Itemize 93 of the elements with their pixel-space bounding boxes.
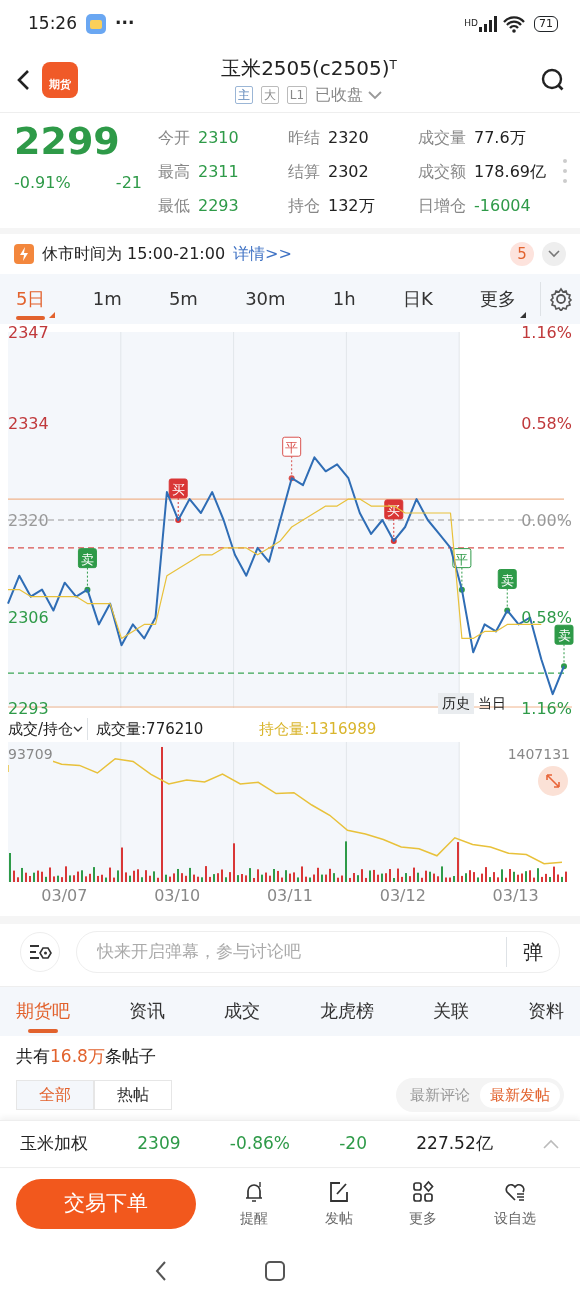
ticker-percent: -0.86% [229, 1132, 290, 1156]
lightning-icon [14, 244, 34, 264]
post-count: 共有16.8万条帖子 [15, 1045, 157, 1068]
period-tab[interactable]: 1h [332, 278, 356, 320]
section-tab[interactable]: 资讯 [129, 990, 166, 1033]
stat-label: 成交额 [418, 161, 466, 183]
stat-value: 178.69亿 [474, 161, 546, 183]
date-label: 03/12 [378, 885, 427, 907]
y-axis-label: 2306 [8, 608, 49, 628]
filter-tab[interactable]: 热帖 [94, 1079, 172, 1110]
y-axis-label: 2293 [8, 699, 49, 718]
indicator-selector[interactable]: 成交/持仓 [8, 717, 89, 741]
ticker-name: 玉米加权 [20, 1132, 88, 1156]
section-tab[interactable]: 资料 [527, 990, 564, 1033]
period-tab[interactable]: 1m [92, 278, 122, 320]
y-axis-label: 2320 [8, 511, 49, 530]
expand-icon[interactable] [538, 766, 568, 796]
date-label: 03/13 [491, 885, 540, 907]
volume-label: 成交量:776210 [96, 718, 204, 740]
period-tab[interactable]: 更多 [480, 278, 516, 320]
change-percent: -0.91% [14, 171, 71, 194]
date-label: 03/10 [153, 885, 202, 907]
stat-label: 持仓 [288, 195, 320, 217]
percent-label: 0.00% [521, 511, 572, 530]
chevron-down-icon [73, 725, 84, 733]
more-indicator: ··· [115, 12, 135, 36]
wifi-icon [502, 15, 526, 33]
search-icon[interactable] [540, 67, 566, 93]
stat-value: 2311 [198, 161, 239, 183]
expand-button[interactable] [542, 242, 566, 266]
change-amount: -21 [115, 171, 142, 194]
comment-field[interactable]: 快来开启弹幕，参与讨论吧 弹 [76, 931, 560, 973]
send-button[interactable]: 弹 [506, 937, 559, 967]
toolbar-button[interactable]: 提醒 [240, 1179, 269, 1229]
chevron-down-icon [367, 88, 384, 102]
toolbar-button[interactable]: 设自选 [493, 1179, 536, 1229]
market-status[interactable]: 已收盘 [315, 83, 384, 107]
stat-value: 2320 [328, 127, 369, 149]
period-tab[interactable]: 5m [168, 278, 198, 320]
notice-count: 5 [510, 242, 534, 266]
battery-level: 71 [534, 16, 558, 32]
grid-icon [411, 1179, 436, 1204]
chevron-down-icon [547, 248, 561, 260]
percent-label: 1.16% [521, 699, 572, 718]
y-axis-label: 2334 [8, 413, 49, 433]
toolbar-button[interactable]: 发帖 [324, 1179, 353, 1229]
ticker-turnover: 227.52亿 [416, 1132, 493, 1156]
app-icon [85, 13, 107, 35]
stat-label: 今开 [158, 127, 190, 149]
details-link[interactable]: 详情>> [233, 242, 292, 266]
period-tab[interactable]: 30m [245, 278, 286, 320]
market-tag: 大 [260, 86, 279, 104]
market-tag: L1 [286, 86, 308, 104]
section-tab[interactable]: 关联 [432, 990, 469, 1033]
sort-tab[interactable]: 最新发帖 [480, 1081, 560, 1108]
market-tag: 主 [234, 86, 253, 104]
period-tab[interactable]: 日K [402, 278, 433, 320]
nav-back-icon[interactable] [154, 1260, 168, 1282]
stat-value: 132万 [328, 195, 375, 217]
stat-label: 最高 [158, 161, 190, 183]
nav-home-icon[interactable] [264, 1260, 286, 1282]
stat-label: 成交量 [418, 127, 466, 149]
network-label: HD [464, 17, 478, 31]
date-label: 03/11 [265, 885, 315, 907]
section-tab[interactable]: 龙虎榜 [319, 990, 374, 1033]
page-title: 玉米2505(c2505)$^{T}$ [221, 55, 397, 82]
percent-label: 1.16% [521, 323, 572, 342]
signal-icon [478, 15, 498, 33]
stat-label: 昨结 [288, 127, 320, 149]
stat-label: 结算 [288, 161, 320, 183]
stat-value: 77.6万 [474, 127, 526, 149]
stat-value: 2302 [328, 161, 369, 183]
futures-badge: 期货 [42, 62, 78, 98]
toolbar-button[interactable]: 更多 [409, 1179, 438, 1229]
open-interest-label: 持仓量:1316989 [259, 718, 377, 740]
section-tab[interactable]: 成交 [224, 990, 261, 1033]
stat-value: 2293 [198, 195, 239, 217]
date-label: 03/07 [40, 885, 89, 907]
stat-value: 2310 [198, 127, 239, 149]
ticker-price: 2309 [137, 1132, 181, 1156]
status-time: 15:26 [28, 12, 77, 36]
last-price: 2299 [14, 121, 121, 163]
stat-label: 日增仓 [418, 195, 466, 217]
notice-text: 休市时间为 15:00-21:00 [42, 243, 226, 265]
chart-toggle[interactable]: 当日 [474, 693, 510, 714]
chart-toggle[interactable]: 历史 [438, 693, 474, 714]
settings-icon[interactable] [548, 287, 573, 311]
axis-value: 1407131 [507, 745, 570, 764]
percent-label: 0.58% [521, 413, 572, 433]
ticker-change: -20 [339, 1132, 367, 1156]
y-axis-label: 2347 [8, 323, 49, 342]
stat-value: -16004 [474, 195, 531, 217]
stat-label: 最低 [158, 195, 190, 217]
